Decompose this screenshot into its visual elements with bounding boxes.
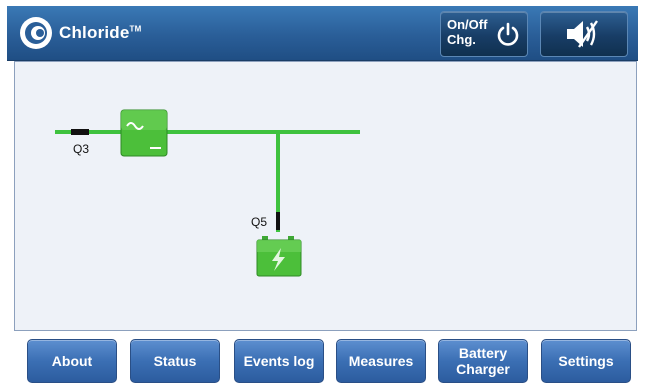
- breaker-q5: [276, 212, 280, 230]
- onoff-charger-button[interactable]: On/Off Chg.: [440, 11, 528, 57]
- top-bar: ChlorideTM On/Off Chg.: [7, 6, 638, 61]
- battery-charger-label: Battery Charger: [456, 345, 510, 377]
- events-log-label: Events log: [243, 353, 315, 369]
- measures-button[interactable]: Measures: [336, 339, 426, 383]
- events-log-button[interactable]: Events log: [234, 339, 324, 383]
- speaker-muted-icon: [567, 20, 598, 48]
- chloride-logo-icon: [20, 17, 52, 49]
- battery-charger-button[interactable]: Battery Charger: [438, 339, 528, 383]
- battery-icon[interactable]: [256, 236, 302, 277]
- settings-button[interactable]: Settings: [541, 339, 631, 383]
- status-label: Status: [153, 353, 197, 369]
- rectifier-icon[interactable]: [120, 109, 168, 157]
- trademark-mark: TM: [129, 24, 142, 34]
- settings-label: Settings: [558, 353, 614, 369]
- status-button[interactable]: Status: [130, 339, 220, 383]
- mimic-diagram-panel: Q3 Q5: [14, 61, 637, 331]
- about-button[interactable]: About: [27, 339, 117, 383]
- onoff-charger-label: On/Off Chg.: [447, 17, 488, 47]
- power-icon: [497, 22, 519, 46]
- single-line-diagram: Q3 Q5: [55, 109, 360, 277]
- breaker-q5-label: Q5: [251, 215, 267, 229]
- mute-alarm-button[interactable]: [540, 11, 628, 57]
- brand-name: ChlorideTM: [59, 23, 142, 42]
- measures-label: Measures: [348, 353, 414, 369]
- breaker-q3-label: Q3: [73, 142, 89, 156]
- navigation-bar: About Status Events log Measures Battery…: [14, 331, 637, 385]
- about-label: About: [51, 353, 93, 369]
- brand-logo: ChlorideTM: [19, 16, 142, 50]
- breaker-q3: [71, 129, 89, 135]
